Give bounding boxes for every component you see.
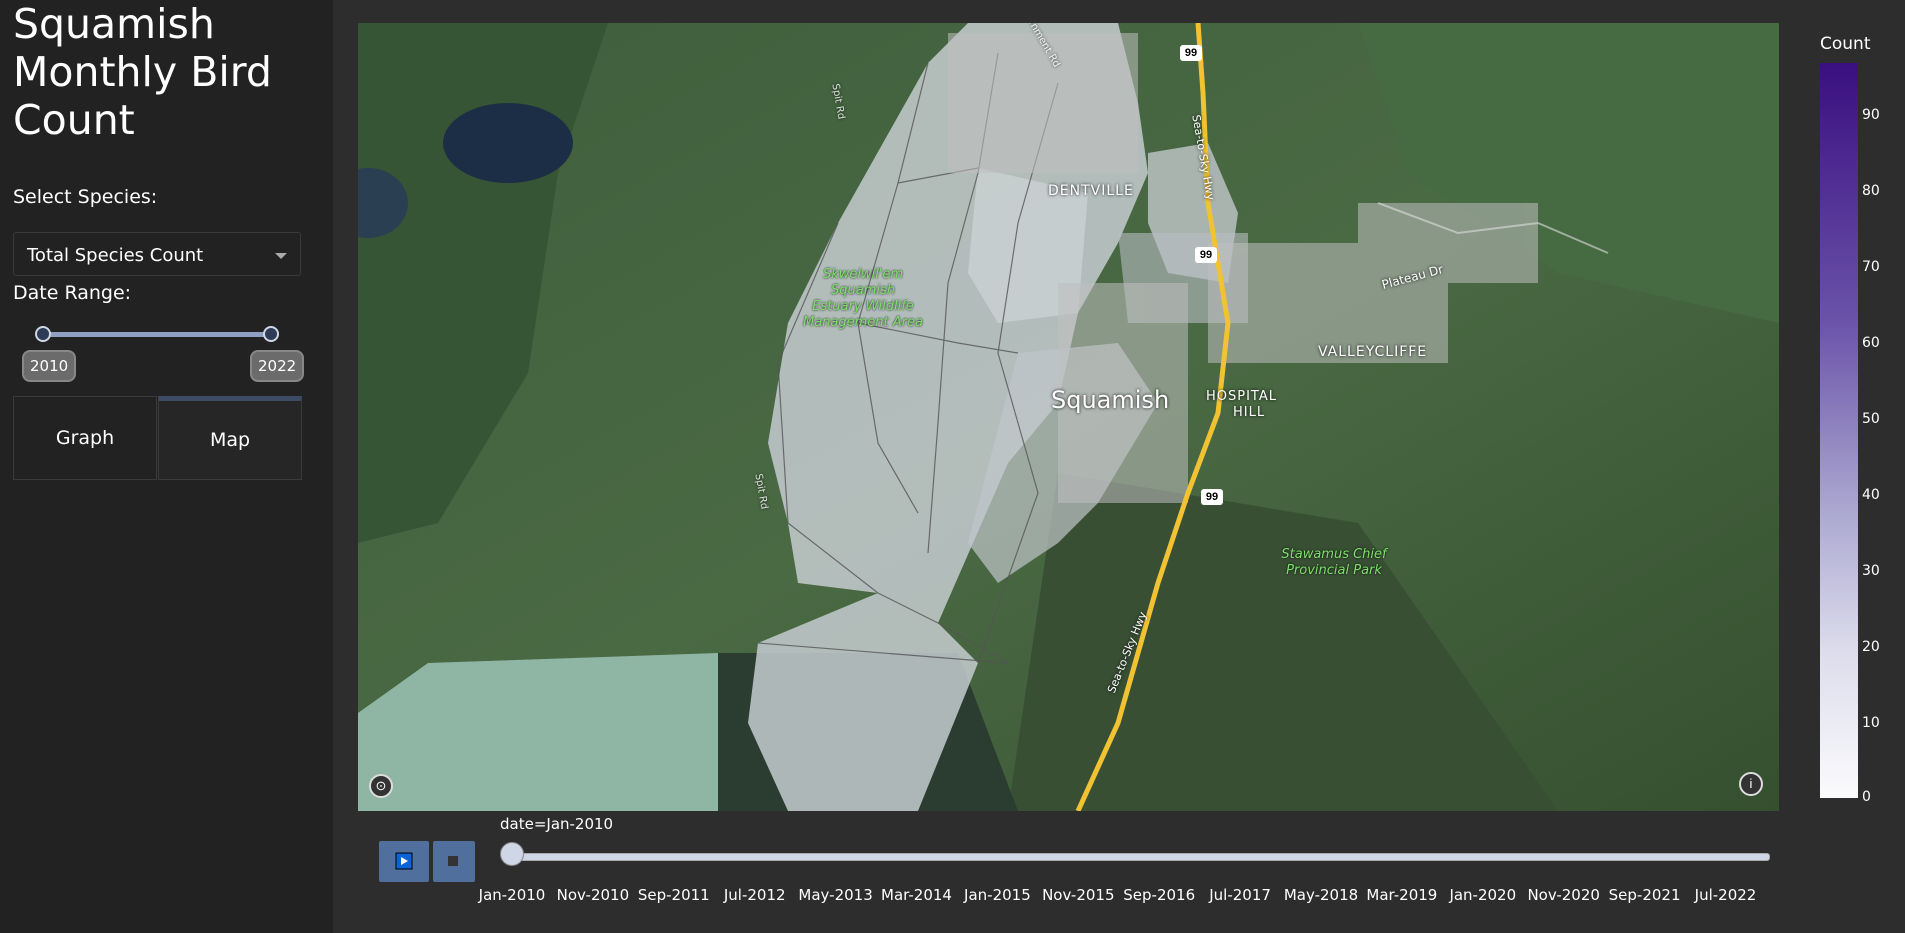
stawamus-line-2: Provincial Park — [1286, 563, 1382, 578]
species-dropdown[interactable]: Total Species Count — [13, 232, 301, 276]
map-view[interactable]: DENTVILLE Squamish HOSPITAL HILL VALLEYC… — [358, 23, 1779, 811]
view-tabs: Graph Map — [13, 396, 302, 480]
colorbar-tick: 20 — [1862, 639, 1880, 655]
map-imagery — [358, 23, 1779, 811]
colorbar-tick: 40 — [1862, 487, 1880, 503]
date-range-end-handle[interactable] — [263, 326, 279, 342]
animation-tick-label[interactable]: Sep-2011 — [638, 886, 710, 904]
estuary-line-4: Management Area — [803, 315, 923, 330]
map-label-dentville: DENTVILLE — [1048, 183, 1134, 199]
estuary-line-3: Estuary Wildlife — [812, 299, 914, 314]
animation-current-label: date=Jan-2010 — [500, 815, 614, 833]
animation-tick-label[interactable]: Jul-2022 — [1695, 886, 1757, 904]
animation-tick-label[interactable]: Jan-2015 — [964, 886, 1031, 904]
animation-tick-label[interactable]: Mar-2019 — [1366, 886, 1437, 904]
stop-icon — [448, 856, 458, 866]
animation-tick-label[interactable]: Jul-2017 — [1209, 886, 1271, 904]
highway-99-shield-middle: 99 — [1195, 247, 1217, 263]
date-range-start-handle[interactable] — [35, 326, 51, 342]
colorbar-tick: 90 — [1862, 107, 1880, 123]
stop-button[interactable] — [433, 841, 475, 882]
chevron-down-icon — [275, 253, 287, 259]
animation-tick-label[interactable]: Jan-2010 — [479, 886, 546, 904]
animation-tick-label[interactable]: Mar-2014 — [881, 886, 952, 904]
animation-tick-label[interactable]: Nov-2020 — [1527, 886, 1599, 904]
play-icon — [395, 852, 413, 870]
sidebar: Squamish Monthly Bird Count Select Speci… — [0, 0, 333, 933]
map-label-squamish: Squamish — [1051, 386, 1170, 414]
colorbar — [1820, 63, 1858, 798]
date-range-start-label: 2010 — [22, 350, 77, 382]
map-label-hospital: HOSPITAL — [1206, 389, 1278, 404]
animation-slider-track[interactable] — [510, 853, 1770, 861]
info-icon[interactable]: i — [1739, 772, 1763, 796]
animation-tick-label[interactable]: Sep-2021 — [1609, 886, 1681, 904]
colorbar-tick: 10 — [1862, 715, 1880, 731]
estuary-line-2: Squamish — [831, 283, 895, 298]
animation-tick-label[interactable]: May-2013 — [798, 886, 872, 904]
colorbar-tick: 70 — [1862, 259, 1880, 275]
map-label-estuary: Skwelwil'em Squamish Estuary Wildlife Ma… — [803, 267, 923, 331]
colorbar-tick: 0 — [1862, 789, 1871, 805]
colorbar-tick: 60 — [1862, 335, 1880, 351]
date-range-track[interactable] — [44, 332, 272, 337]
estuary-line-1: Skwelwil'em — [822, 267, 904, 282]
species-selected-value: Total Species Count — [27, 245, 204, 266]
map-label-hill: HILL — [1233, 405, 1266, 420]
colorbar-tick: 30 — [1862, 563, 1880, 579]
tab-map[interactable]: Map — [158, 396, 302, 480]
animation-tick-label[interactable]: Sep-2016 — [1123, 886, 1195, 904]
highway-99-shield-south: 99 — [1201, 489, 1223, 505]
colorbar-tick: 80 — [1862, 183, 1880, 199]
animation-tick-label[interactable]: Jan-2020 — [1449, 886, 1516, 904]
highway-99-shield-north: 99 — [1180, 45, 1202, 61]
animation-tick-label[interactable]: Nov-2015 — [1042, 886, 1114, 904]
map-attribution-logo-icon[interactable]: ⊙ — [369, 774, 393, 798]
colorbar-title: Count — [1820, 34, 1871, 54]
map-label-valleycliffe: VALLEYCLIFFE — [1318, 344, 1428, 360]
animation-tick-label[interactable]: Nov-2010 — [557, 886, 629, 904]
species-label: Select Species: — [13, 186, 158, 208]
map-label-stawamus: Stawamus Chief Provincial Park — [1274, 547, 1394, 579]
tab-graph[interactable]: Graph — [13, 396, 157, 480]
play-button[interactable] — [379, 841, 429, 882]
date-range-label: Date Range: — [13, 282, 132, 304]
animation-tick-label[interactable]: Jul-2012 — [724, 886, 786, 904]
stawamus-line-1: Stawamus Chief — [1281, 547, 1387, 562]
page-title: Squamish Monthly Bird Count — [13, 0, 272, 144]
animation-slider-handle[interactable] — [500, 842, 524, 866]
date-range-end-label: 2022 — [250, 350, 305, 382]
colorbar-tick: 50 — [1862, 411, 1880, 427]
animation-tick-label[interactable]: May-2018 — [1284, 886, 1358, 904]
